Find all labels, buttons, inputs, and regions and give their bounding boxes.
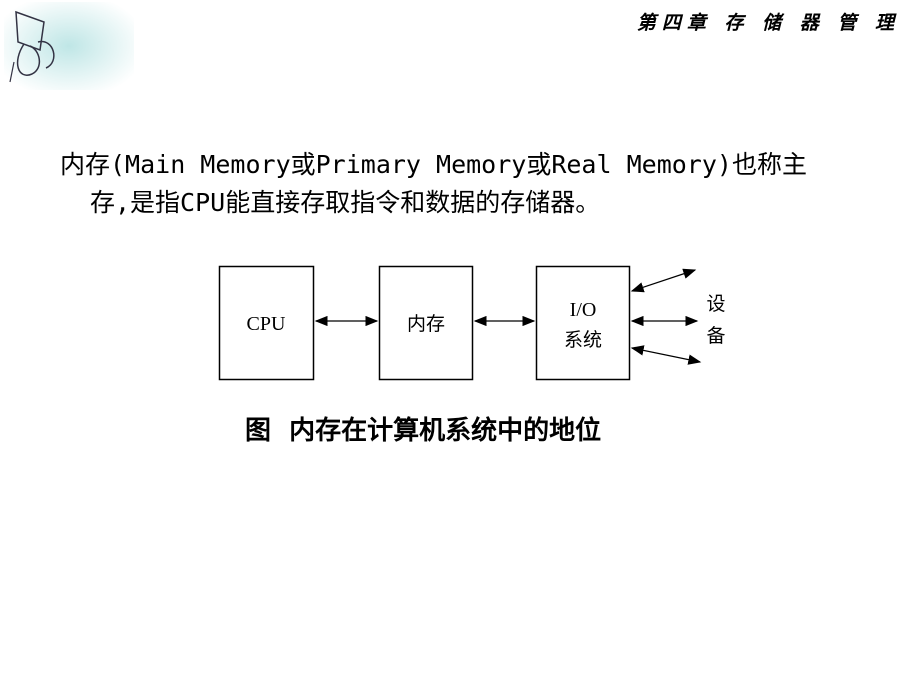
memory-position-diagram: CPU 内存 I/O 系统 设 备 — [218, 265, 726, 381]
device-label-2: 备 — [706, 325, 725, 347]
io-label-line2: 系统 — [564, 329, 602, 351]
io-system-box — [535, 265, 631, 381]
io-device-arrow-bottom — [630, 345, 702, 365]
io-label-line1: I/O — [570, 299, 597, 321]
device-label-1: 设 — [706, 293, 725, 315]
figure-caption: 图 内存在计算机系统中的地位 — [245, 416, 602, 446]
cpu-label: CPU — [247, 313, 286, 335]
memory-label: 内存 — [407, 313, 445, 335]
io-device-arrow-top — [630, 268, 697, 293]
